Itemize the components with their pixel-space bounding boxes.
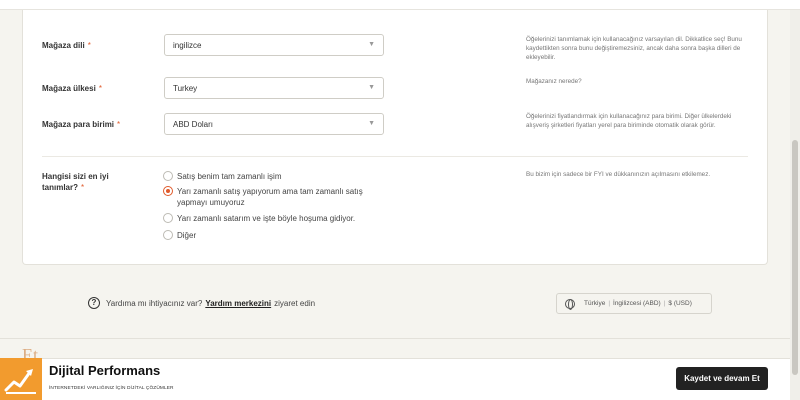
radio-button-checked[interactable]	[163, 186, 173, 196]
chevron-down-icon: ▼	[368, 41, 375, 48]
locale-settings-button[interactable]: Türkiye | İngilizcesi (ABD) | $ (USD)	[556, 293, 712, 314]
language-select-value: ingilizce	[173, 41, 202, 50]
scrollbar-thumb[interactable]	[792, 140, 798, 375]
help-prefix-text: Yardıma mı ihtiyacınız var?	[106, 298, 203, 308]
describe-option-1[interactable]: Satış benim tam zamanlı işim	[163, 171, 281, 182]
top-header-strip	[0, 0, 800, 10]
radio-button[interactable]	[163, 213, 173, 223]
describe-option-4[interactable]: Diğer	[163, 230, 196, 241]
currency-select[interactable]: ABD Doları ▼	[164, 113, 384, 135]
radio-button[interactable]	[163, 171, 173, 181]
vertical-scrollbar[interactable]	[790, 10, 800, 400]
locale-currency: $ (USD)	[668, 300, 692, 307]
currency-select-value: ABD Doları	[173, 120, 214, 129]
globe-icon	[565, 298, 575, 310]
country-label: Mağaza ülkesi *	[42, 84, 102, 93]
option-label: Diğer	[177, 231, 197, 240]
describe-label: Hangisi sizi en iyi tanımlar? *	[42, 172, 109, 192]
option-label: Yarı zamanlı satarım ve işte böyle hoşum…	[177, 214, 356, 223]
option-label: Satış benim tam zamanlı işim	[177, 172, 282, 181]
help-center-row: ? Yardıma mı ihtiyacınız var? Yardım mer…	[88, 297, 315, 309]
chevron-down-icon: ▼	[368, 120, 375, 127]
country-select-value: Turkey	[173, 84, 198, 93]
locale-language: İngilizcesi (ABD)	[613, 300, 661, 307]
chevron-down-icon: ▼	[368, 84, 375, 91]
describe-help-text: Bu bizim için sadece bir FYI ve dükkanın…	[526, 171, 711, 178]
currency-help-text: Öğelerinizi fiyatlandırmak için kullanac…	[526, 113, 732, 129]
option-label: Yarı zamanlı satış yapıyorum ama tam zam…	[177, 187, 363, 207]
describe-option-3[interactable]: Yarı zamanlı satarım ve işte böyle hoşum…	[163, 213, 355, 224]
question-circle-icon: ?	[88, 297, 100, 309]
country-select[interactable]: Turkey ▼	[164, 77, 384, 99]
language-help-text: Öğelerinizi tanımlamak için kullanacağın…	[526, 36, 742, 61]
footer-divider	[0, 338, 790, 339]
country-help-text: Mağazanız nerede?	[526, 78, 582, 85]
brand-logo-icon	[0, 358, 42, 400]
language-label: Mağaza dili *	[42, 41, 91, 50]
language-select[interactable]: ingilizce ▼	[164, 34, 384, 56]
save-and-continue-button[interactable]: Kaydet ve devam Et	[676, 367, 768, 390]
help-center-link[interactable]: Yardım merkezini	[205, 299, 271, 308]
describe-option-2[interactable]: Yarı zamanlı satış yapıyorum ama tam zam…	[163, 186, 388, 208]
section-divider	[42, 156, 748, 157]
radio-button[interactable]	[163, 230, 173, 240]
brand-tagline: İNTERNETDEKİ VARLIĞINIZ İÇİN DİJİTAL ÇÖZ…	[49, 386, 174, 391]
brand-name: Dijital Performans	[49, 363, 161, 378]
currency-label: Mağaza para birimi *	[42, 120, 121, 129]
help-suffix-text: ziyaret edin	[274, 298, 316, 308]
locale-country: Türkiye	[584, 300, 606, 307]
